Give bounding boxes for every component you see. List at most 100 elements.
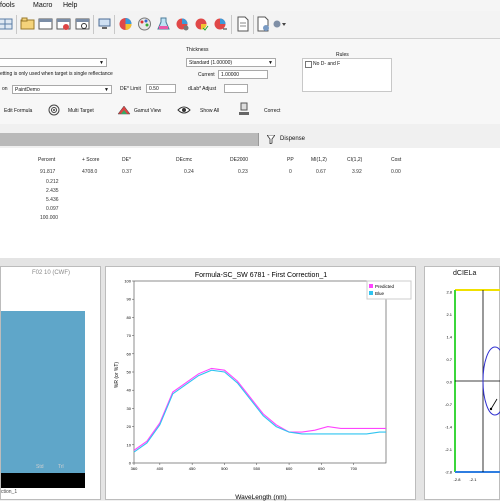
window-gear-icon[interactable] [56,16,71,32]
dcielab-y-tick: -0.7 [445,402,453,407]
de-limit-label: DE* Limit [120,86,141,92]
y-axis-label: %R (or %T) [114,362,120,388]
swatch-std-label: Std [36,464,44,470]
col-score: + Score [82,157,100,163]
dcielab-y-tick: -2.8 [445,470,453,475]
col-pp: PP [287,157,294,163]
chevron-down-icon: ▼ [104,87,109,93]
col-mi: MI(1,2) [311,157,327,163]
x-tick-label: 550 [253,466,260,471]
x-tick-label: 700 [350,466,357,471]
target-icon[interactable] [48,104,60,116]
x-tick-label: 400 [157,466,164,471]
flask-icon[interactable] [156,16,171,32]
open-folder-icon[interactable] [20,16,35,32]
window-search-icon[interactable] [75,16,90,32]
x-tick-label: 360 [131,466,138,471]
y-tick-label: 70 [127,333,132,338]
menu-macro[interactable]: Macro [33,2,52,9]
table-cell: 0 [289,169,292,175]
dcielab-y-tick: 2.8 [446,290,452,295]
table-cell: 0.24 [184,169,194,175]
show-all-button[interactable]: Show All [200,108,219,114]
col-de2000: DE2000 [230,157,249,163]
legend-predicted: Predicted [375,284,395,289]
color-wheel-arrow-icon[interactable] [213,16,228,32]
gamut-view-button[interactable]: Gamut View [134,108,161,114]
formula-table: Percent + Score DE* DEcmc DE2000 PP MI(1… [0,148,500,258]
plot-area [133,280,387,464]
gamut-icon[interactable] [117,105,131,115]
table-cell: 4708.0 [82,169,98,175]
ink-system-select[interactable]: PaintDemo ▼ [12,85,112,94]
dcielab-x-tick: -2.8 [454,477,462,482]
rules-list[interactable]: No D- and F [302,58,392,92]
x-tick-label: 650 [318,466,325,471]
y-tick-label: 80 [127,315,132,320]
y-tick-label: 0 [129,461,132,466]
rules-checkbox[interactable] [305,61,312,68]
swatch-trl-label: Trl [58,464,64,470]
x-tick-label: 600 [286,466,293,471]
correct-icon[interactable] [238,102,250,116]
y-tick-label: 40 [127,388,132,393]
menu-tools[interactable]: fools [0,2,15,9]
y-tick-label: 30 [127,406,132,411]
current-input[interactable]: 1.00000 [218,70,268,79]
error-vector [490,398,498,410]
col-ci: CI(1,2) [347,157,363,163]
menu-help[interactable]: Help [63,2,77,9]
grid-icon[interactable] [0,16,13,32]
thickness-select[interactable]: Standard (1.00000) ▼ [186,58,276,67]
dispense-area: Dispense [258,133,500,146]
spectral-chart: Formula-SC_SW 6781 - First Correction_1 … [114,272,412,501]
dropdown-icon[interactable] [272,16,287,32]
network-icon[interactable] [97,16,112,32]
x-tick-label: 500 [221,466,228,471]
color-wheel-icon[interactable] [118,16,133,32]
y-tick-label: 50 [127,370,132,375]
y-tick-label: 20 [127,424,132,429]
y-tick-label: 10 [127,442,132,447]
percent-cell: 0.097 [46,206,59,212]
y-tick-label: 60 [127,351,132,356]
edit-formula-button[interactable]: Edit Formula [4,108,32,114]
formula-strip [0,133,258,146]
chevron-down-icon: ▼ [268,60,273,66]
color-wheel-check-icon[interactable] [194,16,209,32]
multi-target-button[interactable]: Multi Target [68,108,94,114]
formula-select[interactable]: ▼ [0,58,107,67]
percent-total-cell: 100.000 [40,215,59,221]
dcielab-y-tick: 1.4 [446,335,452,340]
x-tick-label: 450 [189,466,196,471]
window-icon[interactable] [38,16,53,32]
dispense-button[interactable]: Dispense [280,136,305,142]
current-label: Current [198,72,215,78]
legend-blue: Blue [375,291,385,296]
table-cell: 0.00 [391,169,401,175]
chart-legend: Predicted Blue [366,280,412,300]
col-decmc: DEcmc [176,157,193,163]
dcielab-y-tick: 2.1 [446,312,452,317]
palette-icon[interactable] [137,16,152,32]
toolbar [0,11,500,39]
rules-item: No D- and F [313,61,341,67]
funnel-icon[interactable] [266,134,276,145]
color-wheel-gear-icon[interactable] [175,16,190,32]
de-limit-input[interactable]: 0.50 [146,84,176,93]
dcielab-y-tick: -1.4 [445,425,453,430]
legend-swatch-predicted [369,284,373,288]
col-cost: Cost [391,157,402,163]
document-icon[interactable] [235,16,250,32]
correct-button[interactable]: Correct [264,108,280,114]
table-cell: 0.37 [122,169,132,175]
report-icon[interactable] [256,16,271,32]
chevron-down-icon: ▼ [99,60,104,66]
thickness-label: Thickness [186,47,209,53]
dlab-adjust-input[interactable] [224,84,248,93]
eye-icon[interactable] [177,105,191,115]
dlab-adjust-label: dLab* Adjust [188,86,217,92]
col-percent: Percent [38,157,56,163]
table-cell: 0.23 [238,169,248,175]
swatch-footer: ction_1 [1,489,18,495]
